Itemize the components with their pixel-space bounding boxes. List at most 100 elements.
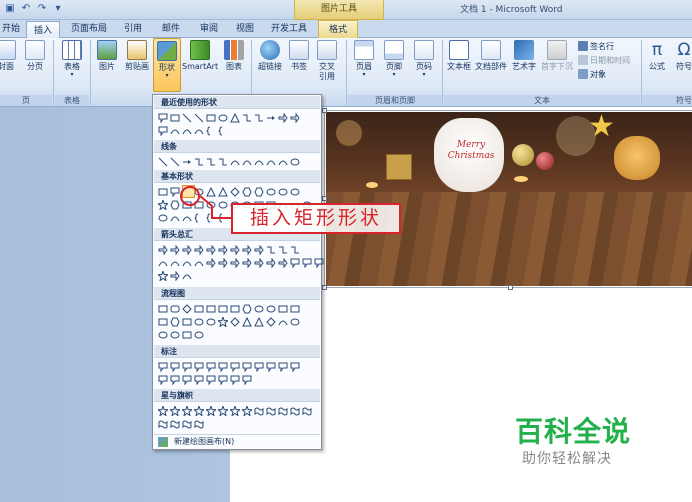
clipart-button[interactable]: 剪贴画: [121, 38, 153, 72]
shape-curve-icon[interactable]: [229, 156, 240, 167]
shape-callout-icon[interactable]: [241, 374, 252, 385]
shape-barrow-icon[interactable]: [217, 257, 228, 268]
textbox-button[interactable]: 文本框: [445, 38, 473, 72]
save-icon[interactable]: ▣: [4, 3, 16, 15]
shape-brace-icon[interactable]: [217, 212, 228, 223]
shape-wave-icon[interactable]: [265, 405, 276, 416]
shape-barrow-icon[interactable]: [205, 257, 216, 268]
shape-callout-icon[interactable]: [181, 374, 192, 385]
smartart-button[interactable]: SmartArt: [182, 38, 218, 72]
shape-callout-icon[interactable]: [289, 361, 300, 372]
shape-hex-icon[interactable]: [169, 199, 180, 210]
shape-curve-icon[interactable]: [193, 257, 204, 268]
shape-arrow-icon[interactable]: [265, 112, 276, 123]
shape-star-icon[interactable]: [193, 405, 204, 416]
object-button[interactable]: 对象: [578, 68, 606, 81]
tab-mailings[interactable]: 邮件: [156, 20, 186, 38]
shape-curve-icon[interactable]: [181, 212, 192, 223]
footer-button[interactable]: 页脚 ▾: [380, 38, 408, 78]
shape-star-icon[interactable]: [169, 405, 180, 416]
shape-rect-icon[interactable]: [193, 303, 204, 314]
shape-star-icon[interactable]: [217, 405, 228, 416]
shape-curve-icon[interactable]: [241, 156, 252, 167]
page-break-button[interactable]: 分页: [22, 38, 48, 72]
shape-barrow-icon[interactable]: [253, 257, 264, 268]
tab-view[interactable]: 视图: [230, 20, 260, 38]
shape-curve-icon[interactable]: [181, 270, 192, 281]
shape-oval-icon[interactable]: [217, 199, 228, 210]
shape-tri-icon[interactable]: [241, 316, 252, 327]
shape-tri-icon[interactable]: [217, 186, 228, 197]
tab-insert[interactable]: 插入: [26, 21, 60, 39]
shape-barrow-icon[interactable]: [217, 244, 228, 255]
shape-barrow-icon[interactable]: [193, 244, 204, 255]
shape-oval-icon[interactable]: [289, 186, 300, 197]
shapes-gallery-dropdown[interactable]: 最近使用的形状 线条 基本形状 箭头总汇 流程图 标注 星与旗帜 新建绘图画布(…: [152, 94, 324, 450]
shape-hex-icon[interactable]: [241, 303, 252, 314]
undo-icon[interactable]: ↶: [20, 3, 32, 15]
shape-rect-icon[interactable]: [181, 329, 192, 340]
shape-elbow-icon[interactable]: [241, 112, 252, 123]
date-time-button[interactable]: 日期和时间: [578, 54, 630, 67]
shape-rect-icon[interactable]: [277, 303, 288, 314]
shape-star-icon[interactable]: [229, 405, 240, 416]
shape-wave-icon[interactable]: [169, 418, 180, 429]
resize-handle[interactable]: [322, 285, 327, 290]
shape-tri-icon[interactable]: [205, 186, 216, 197]
shape-barrow-icon[interactable]: [253, 244, 264, 255]
shape-oval-icon[interactable]: [157, 212, 168, 223]
equation-button[interactable]: π 公式: [645, 38, 669, 72]
shape-callout-icon[interactable]: [157, 125, 168, 136]
shape-hex-icon[interactable]: [253, 186, 264, 197]
shape-rect-icon[interactable]: [157, 186, 168, 197]
shape-brace-icon[interactable]: [217, 125, 228, 136]
shape-oval-icon[interactable]: [193, 329, 204, 340]
shape-barrow-icon[interactable]: [169, 270, 180, 281]
shape-barrow-icon[interactable]: [229, 257, 240, 268]
hyperlink-button[interactable]: 超链接: [255, 38, 285, 72]
shape-rect-icon[interactable]: [229, 303, 240, 314]
shape-barrow-icon[interactable]: [277, 257, 288, 268]
shape-curve-icon[interactable]: [277, 156, 288, 167]
symbol-button[interactable]: Ω 符号: [672, 38, 692, 72]
tab-page-layout[interactable]: 页面布局: [66, 20, 112, 38]
shape-diamond-icon[interactable]: [181, 303, 192, 314]
shape-callout-icon[interactable]: [157, 374, 168, 385]
shape-oval-icon[interactable]: [265, 186, 276, 197]
shape-callout-icon[interactable]: [313, 257, 324, 268]
quick-parts-button[interactable]: 文档部件: [474, 38, 508, 72]
shape-elbow-icon[interactable]: [193, 156, 204, 167]
shape-star-icon[interactable]: [205, 405, 216, 416]
shape-curve-icon[interactable]: [253, 156, 264, 167]
shape-line-icon[interactable]: [157, 156, 168, 167]
shape-callout-icon[interactable]: [193, 361, 204, 372]
shape-oval-icon[interactable]: [169, 329, 180, 340]
shape-elbow-icon[interactable]: [205, 156, 216, 167]
shape-callout-icon[interactable]: [217, 374, 228, 385]
shape-curve-icon[interactable]: [277, 316, 288, 327]
shape-barrow-icon[interactable]: [157, 244, 168, 255]
dropcap-button[interactable]: 首字下沉: [540, 38, 574, 72]
tab-references[interactable]: 引用: [118, 20, 148, 38]
shape-wave-icon[interactable]: [301, 405, 312, 416]
shape-callout-icon[interactable]: [217, 361, 228, 372]
shape-elbow-icon[interactable]: [217, 156, 228, 167]
shape-diamond-icon[interactable]: [229, 186, 240, 197]
shape-tri-icon[interactable]: [253, 316, 264, 327]
shape-line-icon[interactable]: [181, 112, 192, 123]
picture-button[interactable]: 图片: [94, 38, 120, 72]
shape-star-icon[interactable]: [157, 405, 168, 416]
shape-tri-icon[interactable]: [229, 112, 240, 123]
shape-elbow-icon[interactable]: [253, 112, 264, 123]
tab-format[interactable]: 格式: [318, 20, 358, 38]
shape-callout-icon[interactable]: [277, 361, 288, 372]
shape-callout-icon[interactable]: [229, 374, 240, 385]
shape-brace-icon[interactable]: [205, 125, 216, 136]
shape-line-icon[interactable]: [193, 112, 204, 123]
tab-developer[interactable]: 开发工具: [266, 20, 312, 38]
shape-wave-icon[interactable]: [277, 405, 288, 416]
shape-rect-icon[interactable]: [169, 112, 180, 123]
shape-hex-icon[interactable]: [169, 316, 180, 327]
shape-star-icon[interactable]: [157, 199, 168, 210]
shape-star-icon[interactable]: [217, 316, 228, 327]
